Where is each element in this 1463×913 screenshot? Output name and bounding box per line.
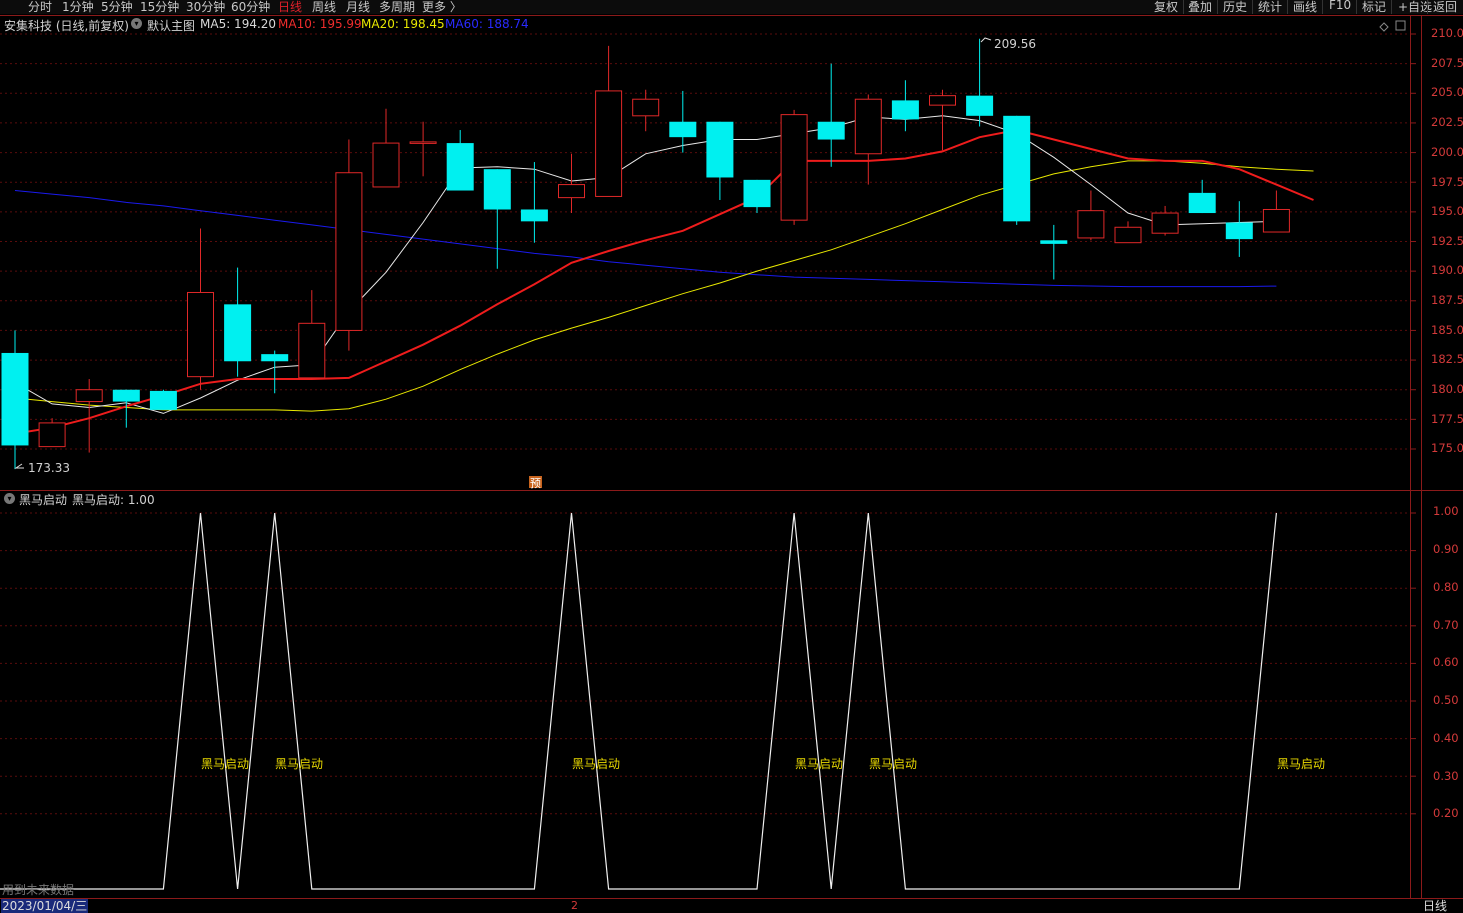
low-price-label: 173.33 xyxy=(28,461,70,475)
y-tick: 0.70 xyxy=(1433,618,1459,632)
candle-body xyxy=(1225,222,1253,240)
y-tick: 0.30 xyxy=(1433,769,1459,783)
candle-body xyxy=(187,291,214,378)
candle-body xyxy=(112,389,140,402)
y-tick: 192.5 xyxy=(1431,234,1463,248)
candle-body xyxy=(1151,212,1179,234)
date-label: 2023/01/04/三 xyxy=(1,899,89,913)
candle-body xyxy=(1114,226,1142,244)
ma10-line xyxy=(14,128,1314,435)
signal-label: 黑马启动 xyxy=(1277,757,1326,771)
y-tick: 0.20 xyxy=(1433,806,1459,820)
y-tick: 205.0 xyxy=(1431,85,1463,99)
signal-label: 黑马启动 xyxy=(275,757,324,771)
chevron-down-icon[interactable]: ▾ xyxy=(4,493,15,504)
candle-body xyxy=(817,121,845,140)
y-tick: 202.5 xyxy=(1431,115,1463,129)
y-tick: 0.50 xyxy=(1433,693,1459,707)
candlesticks xyxy=(1,38,1290,470)
candle-body xyxy=(446,143,474,191)
candle-body xyxy=(372,142,400,188)
candle-body xyxy=(409,141,437,144)
candle-body xyxy=(1,352,29,446)
candle-body xyxy=(854,98,882,155)
diamond-icon[interactable] xyxy=(1379,22,1389,32)
y-tick: 185.0 xyxy=(1431,323,1463,337)
candle-body xyxy=(632,98,660,117)
period-label[interactable]: 日线 xyxy=(1423,899,1447,913)
candle-body xyxy=(38,422,66,448)
candle-body xyxy=(298,322,326,379)
indicator-value: 黑马启动: 1.00 xyxy=(72,493,155,507)
candle-body xyxy=(706,121,734,178)
candle-body xyxy=(669,121,697,138)
candle-body xyxy=(483,169,511,210)
candle-body xyxy=(149,390,177,410)
candle-body xyxy=(1077,210,1105,239)
indicator-name[interactable]: 黑马启动 xyxy=(19,491,67,508)
y-tick: 190.0 xyxy=(1431,263,1463,277)
maximize-icon[interactable] xyxy=(1395,20,1406,31)
chart-annotations xyxy=(14,20,1406,488)
y-tick: 0.90 xyxy=(1433,542,1459,556)
stock-title: 安集科技 (日线,前复权) xyxy=(4,19,129,33)
signal-label: 黑马启动 xyxy=(572,757,621,771)
y-tick: 1.00 xyxy=(1433,504,1459,518)
y-tick: 0.60 xyxy=(1433,655,1459,669)
candle-body xyxy=(1188,192,1216,214)
candle-body xyxy=(224,304,252,362)
ma60-label: MA60: 188.74 xyxy=(445,17,529,31)
y-tick: 210.0 xyxy=(1431,26,1463,40)
y-tick: 0.40 xyxy=(1433,731,1459,745)
y-tick: 182.5 xyxy=(1431,352,1463,366)
y-tick: 195.0 xyxy=(1431,204,1463,218)
y-tick: 207.5 xyxy=(1431,56,1463,70)
candle-body xyxy=(891,100,919,120)
high-price-label: 209.56 xyxy=(994,37,1036,51)
candle-body xyxy=(595,90,623,197)
low-marker-icon xyxy=(14,463,24,469)
period-marker: 2 xyxy=(571,899,578,912)
y-tick: 200.0 xyxy=(1431,145,1463,159)
ma10-label: MA10: 195.99 xyxy=(278,17,362,31)
y-tick: 175.0 xyxy=(1431,441,1463,455)
candle-body xyxy=(1040,240,1068,244)
kline-chart[interactable] xyxy=(0,0,1463,913)
candle-body xyxy=(1003,115,1031,222)
signal-label: 黑马启动 xyxy=(869,757,918,771)
y-tick: 197.5 xyxy=(1431,175,1463,189)
ma5-label: MA5: 194.20 xyxy=(200,17,277,31)
candle-body xyxy=(966,95,994,116)
high-marker-icon xyxy=(980,37,992,43)
candle-body xyxy=(1262,208,1290,233)
candle-body xyxy=(75,389,103,403)
candle-body xyxy=(520,209,548,222)
candle-body xyxy=(780,114,808,221)
status-bar: 2023/01/04/三 2 日线 xyxy=(0,899,1463,913)
signal-label: 黑马启动 xyxy=(201,757,250,771)
candle-body xyxy=(558,184,585,199)
y-tick: 180.0 xyxy=(1431,382,1463,396)
ma60-line xyxy=(14,190,1277,288)
signal-label: 黑马启动 xyxy=(795,757,844,771)
y-tick: 0.80 xyxy=(1433,580,1459,594)
candle-body xyxy=(335,172,363,331)
y-tick: 177.5 xyxy=(1431,412,1463,426)
moving-average-lines xyxy=(14,115,1314,435)
y-tick: 187.5 xyxy=(1431,293,1463,307)
main-gridlines xyxy=(0,33,1416,450)
template-name[interactable]: 默认主图 xyxy=(147,17,195,34)
chevron-down-icon[interactable]: ▾ xyxy=(131,18,142,29)
future-data-note: 用到未来数据 xyxy=(2,883,75,897)
candle-body xyxy=(743,179,771,208)
candle-body xyxy=(261,354,289,362)
forecast-badge: 预 xyxy=(530,477,541,490)
candle-body xyxy=(929,95,956,106)
ma20-label: MA20: 198.45 xyxy=(361,17,445,31)
